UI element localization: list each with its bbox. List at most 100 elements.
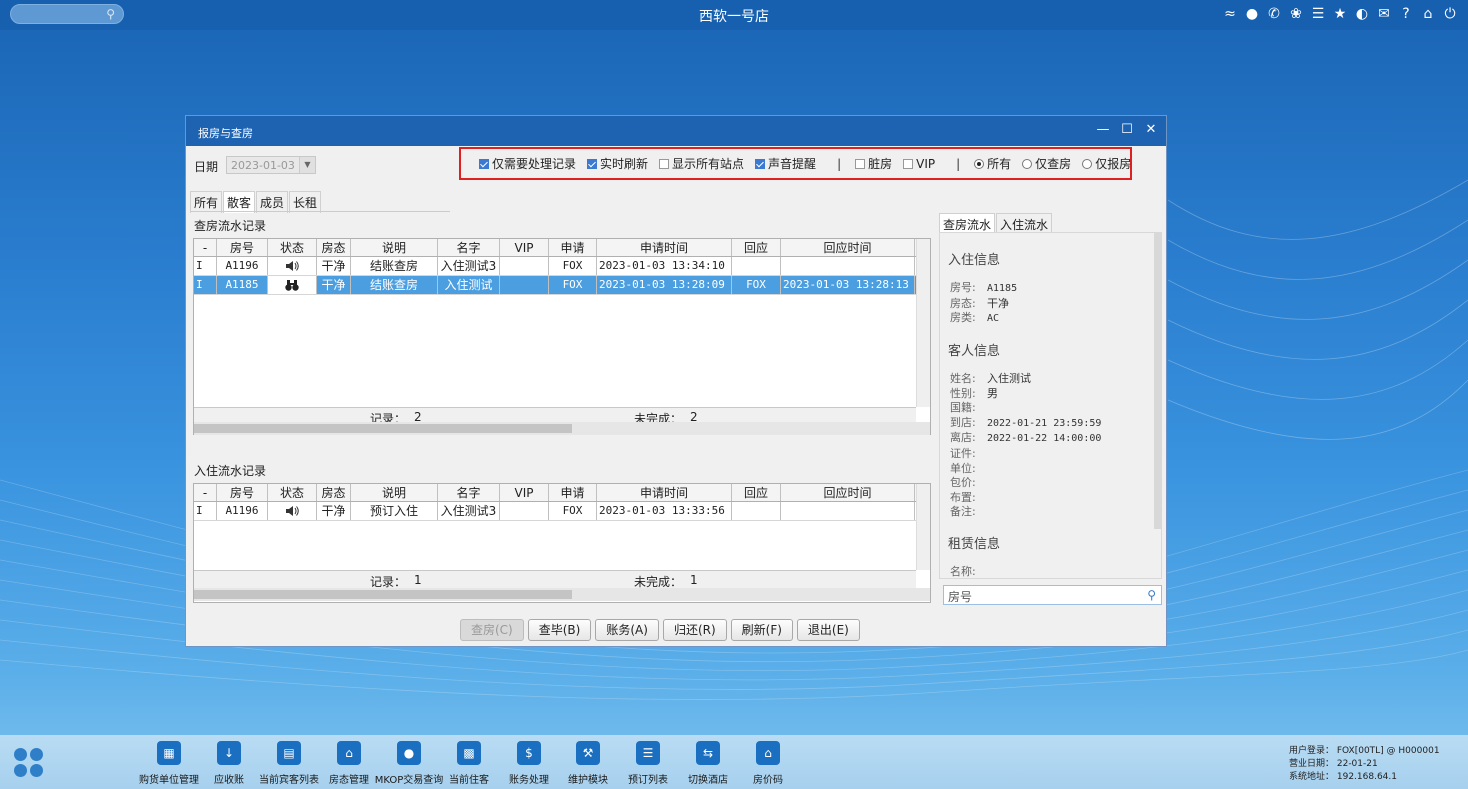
col-header[interactable]: 房号: [217, 484, 268, 501]
checkbox-unchecked[interactable]: [855, 158, 866, 169]
col-header[interactable]: 申请时间: [597, 239, 732, 256]
grid-header: - 房号 状态 房态 说明 名字 VIP 申请 申请时间 回应 回应时间: [194, 239, 930, 257]
col-header[interactable]: VIP: [500, 239, 549, 256]
checkbox-checked[interactable]: [755, 158, 766, 169]
money-icon: $: [517, 741, 541, 765]
checkin-info-title: 入住信息: [948, 253, 1001, 268]
help-icon[interactable]: ?: [1398, 5, 1414, 23]
radio-report-only[interactable]: 仅报房: [1082, 155, 1131, 172]
col-header[interactable]: 名字: [438, 239, 500, 256]
phone-icon[interactable]: ✆: [1266, 5, 1282, 23]
scroll-thumb[interactable]: [194, 590, 572, 599]
col-header[interactable]: 申请时间: [597, 484, 732, 501]
radio-check-only[interactable]: 仅查房: [1022, 155, 1071, 172]
checkin-grid: - 房号 状态 房态 说明 名字 VIP 申请 申请时间 回应 回应时间 I A…: [193, 483, 931, 603]
house-icon: ⌂: [337, 741, 361, 765]
theme-icon[interactable]: ◐: [1354, 5, 1370, 23]
col-header[interactable]: 名字: [438, 484, 500, 501]
dirty-room-checkbox[interactable]: 脏房: [855, 155, 892, 172]
col-header[interactable]: 房态: [317, 484, 351, 501]
col-header[interactable]: 说明: [351, 484, 438, 501]
chevron-down-icon[interactable]: ▼: [299, 157, 315, 173]
unfinished-count: 1: [690, 573, 698, 587]
col-header[interactable]: 回应: [732, 484, 781, 501]
return-button[interactable]: 归还(R): [662, 619, 727, 641]
mail-icon[interactable]: ✉: [1376, 5, 1392, 23]
app-logo-icon[interactable]: [14, 748, 44, 778]
finish-inspect-button[interactable]: 查毕(B): [527, 619, 592, 641]
tab-walkin[interactable]: 散客: [223, 191, 256, 213]
col-header[interactable]: 回应: [732, 239, 781, 256]
action-buttons: 查房(C) 查毕(B) 账务(A) 归还(R) 刷新(F) 退出(E): [460, 619, 860, 641]
checkbox-checked[interactable]: [479, 158, 489, 169]
checkbox-unchecked[interactable]: [903, 158, 914, 169]
binoculars-icon: [285, 280, 299, 291]
date-value: 2023-01-03: [231, 159, 295, 172]
col-header[interactable]: 状态: [268, 239, 317, 256]
date-picker[interactable]: 2023-01-03 ▼: [226, 156, 316, 174]
only-pending-checkbox[interactable]: 仅需要处理记录: [479, 155, 576, 172]
palette-icon[interactable]: ❀: [1288, 5, 1304, 23]
col-header[interactable]: 房号: [217, 239, 268, 256]
maximize-button[interactable]: ☐: [1120, 122, 1134, 137]
horizontal-scrollbar[interactable]: [194, 422, 930, 435]
tab-long-term[interactable]: 长租: [289, 191, 322, 213]
wifi-icon[interactable]: ≈: [1222, 5, 1238, 23]
realtime-refresh-checkbox[interactable]: 实时刷新: [587, 155, 648, 172]
col-header[interactable]: 说明: [351, 239, 438, 256]
exit-button[interactable]: 退出(E): [796, 619, 860, 641]
radio-selected[interactable]: [974, 158, 985, 169]
radio-unselected[interactable]: [1022, 158, 1033, 169]
col-header[interactable]: VIP: [500, 484, 549, 501]
power-icon[interactable]: ⏻: [1442, 5, 1458, 23]
tab-member[interactable]: 成员: [256, 191, 289, 213]
vertical-scrollbar[interactable]: [916, 484, 930, 570]
search-icon[interactable]: ⚲: [1147, 588, 1156, 602]
col-header[interactable]: 申请: [549, 239, 597, 256]
vip-checkbox[interactable]: VIP: [903, 157, 935, 171]
table-row-selected[interactable]: I A1185 干净 结账查房 入住测试 FOX 2023-01-03 13:2…: [194, 276, 930, 295]
rent-info-fields: 名称:: [950, 565, 976, 578]
dialog-title-bar[interactable]: 报房与查房 — ☐ ✕: [186, 116, 1166, 146]
inspect-button[interactable]: 查房(C): [460, 619, 524, 641]
minimize-button[interactable]: —: [1096, 122, 1110, 137]
refresh-button[interactable]: 刷新(F): [730, 619, 793, 641]
top-icons: ≈ ● ✆ ❀ ☰ ★ ◐ ✉ ? ⌂ ⏻: [1222, 5, 1458, 23]
col-header[interactable]: 回应时间: [781, 484, 915, 501]
menu-icon[interactable]: ☰: [1310, 5, 1326, 23]
system-info: 用户登录： FOX[00TL] @ H000001 营业日期： 22-01-21…: [1289, 745, 1440, 784]
table-row[interactable]: I A1196 干净 结账查房 入住测试3 FOX 2023-01-03 13:…: [194, 257, 930, 276]
inspect-grid: - 房号 状态 房态 说明 名字 VIP 申请 申请时间 回应 回应时间 I A…: [193, 238, 931, 435]
sound-alert-checkbox[interactable]: 声音提醒: [755, 155, 816, 172]
col-header[interactable]: 房态: [317, 239, 351, 256]
radio-unselected[interactable]: [1082, 158, 1093, 169]
col-header[interactable]: 状态: [268, 484, 317, 501]
rent-info-title: 租赁信息: [948, 537, 1001, 552]
vertical-scrollbar[interactable]: [916, 239, 930, 407]
tab-all[interactable]: 所有: [190, 191, 223, 213]
taskbar-item-rate-code[interactable]: ⌂ 房价码: [733, 741, 803, 786]
close-button[interactable]: ✕: [1144, 122, 1158, 137]
table-row[interactable]: I A1196 干净 预订入住 入住测试3 FOX 2023-01-03 13:…: [194, 502, 930, 521]
col-header[interactable]: -: [194, 484, 217, 501]
horizontal-scrollbar[interactable]: [194, 588, 930, 601]
room-search-input[interactable]: 房号 ⚲: [943, 585, 1162, 605]
booking-icon: ☰: [636, 741, 660, 765]
star-icon[interactable]: ★: [1332, 5, 1348, 23]
show-all-stations-checkbox[interactable]: 显示所有站点: [659, 155, 744, 172]
checkbox-checked[interactable]: [587, 158, 598, 169]
tab-underline: [190, 211, 450, 212]
home-icon[interactable]: ⌂: [1420, 5, 1436, 23]
chat-icon[interactable]: ●: [1244, 5, 1260, 23]
col-header[interactable]: 回应时间: [781, 239, 915, 256]
radio-all[interactable]: 所有: [974, 155, 1011, 172]
download-icon: ↓: [217, 741, 241, 765]
col-header[interactable]: -: [194, 239, 217, 256]
guest-info-title: 客人信息: [948, 344, 1001, 359]
vertical-scrollbar[interactable]: [1154, 233, 1161, 529]
wrench-icon: ⚒: [576, 741, 600, 765]
account-button[interactable]: 账务(A): [595, 619, 659, 641]
scroll-thumb[interactable]: [194, 424, 572, 433]
col-header[interactable]: 申请: [549, 484, 597, 501]
checkbox-unchecked[interactable]: [659, 158, 670, 169]
